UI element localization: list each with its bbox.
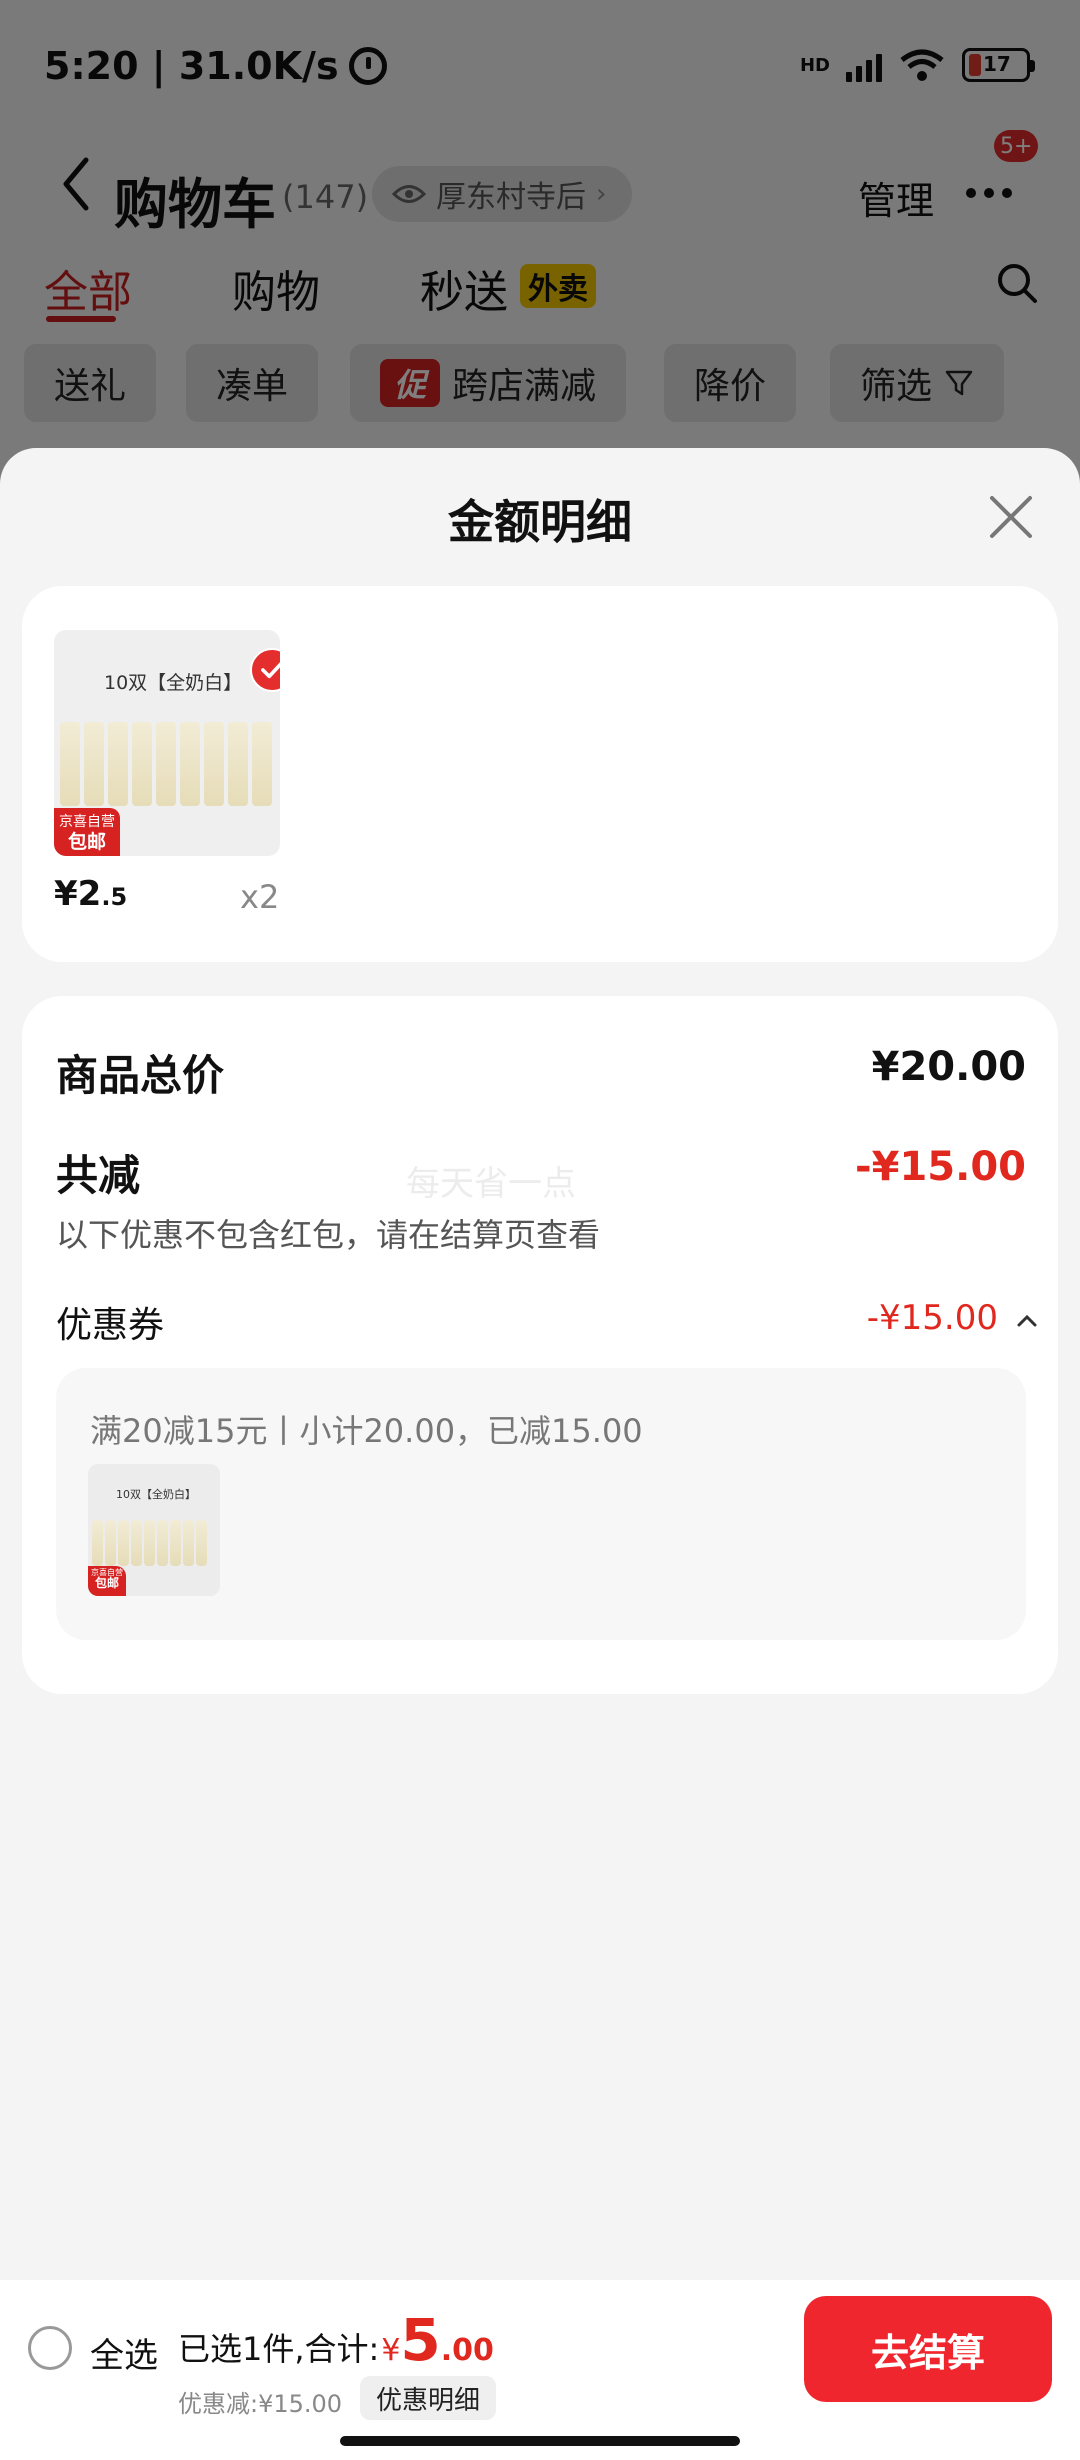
product-thumbnail[interactable]: 10双【全奶白】 京喜自营 包邮 — [54, 630, 280, 856]
product-price: ¥2.5 — [54, 874, 127, 914]
price-int: 2 — [77, 874, 102, 914]
home-indicator — [340, 2436, 740, 2446]
discount-note: 以下优惠不包含红包，请在结算页查看 — [56, 1216, 601, 1254]
coupon-product-thumbnail[interactable]: 10双【全奶白】 京喜自营 包邮 — [88, 1464, 220, 1596]
total-price-label: 商品总价 — [56, 1051, 225, 1100]
total-symbol: ¥ — [381, 2333, 401, 2368]
sheet-title: 金额明细 — [448, 495, 632, 549]
coupon-description: 满20减15元丨小计20.00，已减15.00 — [90, 1412, 643, 1450]
selected-check-icon[interactable] — [250, 648, 280, 692]
thumbnail-caption: 10双【全奶白】 — [104, 672, 243, 694]
watermark-text: 每天省一点 — [406, 1164, 576, 1204]
badge-line-2: 包邮 — [67, 831, 106, 853]
discount-label: 共减 — [56, 1151, 141, 1200]
selected-summary: 已选1件,合计: ¥ 5 .00 — [178, 2306, 494, 2374]
self-operated-badge: 京喜自营 包邮 — [54, 808, 120, 856]
price-symbol: ¥ — [54, 874, 78, 914]
amount-detail-sheet: 金额明细 10双【全奶白】 京喜自营 包邮 ¥2.5 x2 商品总价 ¥20.0… — [0, 448, 1080, 2280]
price-dec: .5 — [101, 883, 128, 911]
coupon-label: 优惠券 — [56, 1305, 165, 1346]
badge-line-2: 包邮 — [94, 1576, 119, 1590]
price-summary-card: 商品总价 ¥20.00 每天省一点 共减 -¥15.00 以下优惠不包含红包，请… — [22, 996, 1058, 1694]
total-dec: .00 — [440, 2333, 494, 2368]
checkout-bar: 全选 已选1件,合计: ¥ 5 .00 优惠减:¥15.00 优惠明细 去结算 — [0, 2280, 1080, 2460]
sock-illustration — [60, 722, 272, 806]
coupon-value[interactable]: -¥15.00 — [867, 1298, 998, 1338]
sock-illustration — [92, 1520, 207, 1566]
select-all-label[interactable]: 全选 — [90, 2328, 158, 2377]
mini-thumbnail-caption: 10双【全奶白】 — [116, 1488, 196, 1501]
total-price-value: ¥20.00 — [871, 1044, 1026, 1090]
coupon-detail-box: 满20减15元丨小计20.00，已减15.00 10双【全奶白】 京喜自营 包邮 — [56, 1368, 1026, 1640]
self-operated-badge: 京喜自营 包邮 — [88, 1566, 126, 1596]
close-icon[interactable] — [986, 492, 1036, 542]
chevron-up-icon[interactable] — [1016, 1314, 1038, 1328]
product-card: 10双【全奶白】 京喜自营 包邮 ¥2.5 x2 — [22, 586, 1058, 962]
discount-detail-button[interactable]: 优惠明细 — [360, 2376, 497, 2420]
discount-value: -¥15.00 — [855, 1144, 1026, 1190]
product-quantity: x2 — [240, 878, 280, 916]
selected-prefix: 已选1件,合计: — [178, 2330, 380, 2368]
total-int: 5 — [400, 2306, 441, 2374]
checkout-button[interactable]: 去结算 — [804, 2296, 1052, 2402]
discount-line: 优惠减:¥15.00 — [178, 2390, 343, 2418]
badge-line-1: 京喜自营 — [59, 814, 115, 830]
select-all-radio[interactable] — [28, 2326, 72, 2370]
